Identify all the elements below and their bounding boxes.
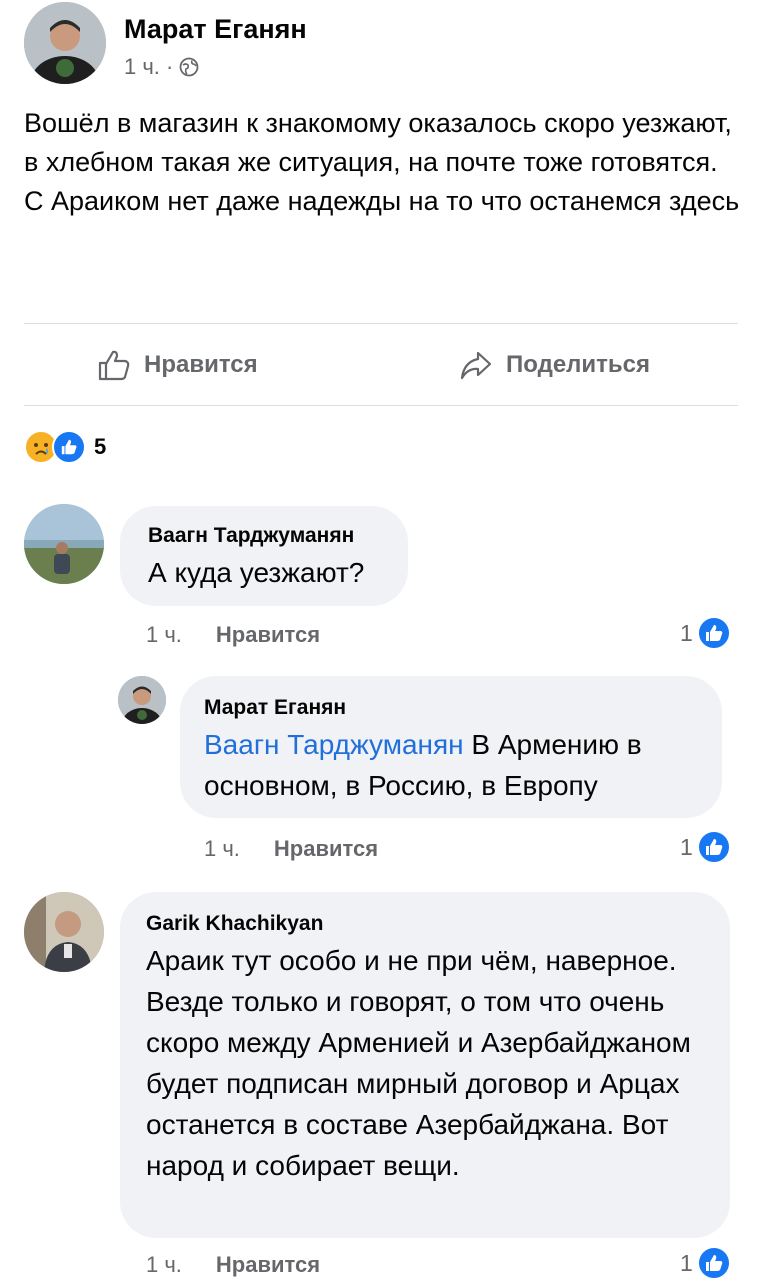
reply-text: Ваагн Тарджуманян В Армению в основном, …	[204, 724, 698, 806]
comment-like-count[interactable]: 1	[680, 1246, 731, 1280]
reply-meta: 1 ч. Нравится	[204, 836, 378, 862]
like-reaction-icon	[696, 830, 731, 864]
reply-like-number: 1	[680, 833, 693, 860]
comment-time[interactable]: 1 ч.	[146, 622, 182, 648]
comment-meta: 1 ч. Нравится	[146, 1252, 320, 1278]
comment-bubble: Ваагн Тарджуманян А куда уезжают?	[120, 506, 408, 606]
reaction-summary[interactable]: 5	[24, 430, 106, 464]
reply-time[interactable]: 1 ч.	[204, 836, 240, 862]
reaction-count: 5	[94, 434, 107, 459]
post-author-avatar[interactable]	[24, 2, 106, 84]
share-icon	[460, 351, 492, 380]
post-meta: 1 ч. ·	[124, 54, 199, 80]
comment-author-name[interactable]: Ваагн Тарджуманян	[148, 524, 380, 548]
like-reaction-icon	[696, 616, 731, 650]
comment-bubble: Garik Khachikyan Араик тут особо и не пр…	[120, 892, 730, 1238]
like-reaction-icon	[52, 430, 86, 464]
reply-author-name[interactable]: Марат Еганян	[204, 696, 698, 720]
comment-author-avatar[interactable]	[24, 892, 104, 972]
globe-icon	[179, 57, 199, 77]
reply-author-avatar[interactable]	[118, 676, 166, 724]
post-text-paragraph: С Араиком нет даже надежды на то что ост…	[24, 186, 740, 216]
comment-text: А куда уезжают?	[148, 557, 365, 588]
comment-like-count[interactable]: 1	[680, 616, 731, 650]
like-button-label: Нравится	[144, 351, 258, 378]
comment-like-button[interactable]: Нравится	[216, 1252, 320, 1278]
comment-like-number: 1	[680, 1249, 693, 1276]
comment-like-number: 1	[680, 619, 693, 646]
post-text: Вошёл в магазин к знакомому оказалось ск…	[24, 104, 744, 221]
comment-meta: 1 ч. Нравится	[146, 622, 320, 648]
comment-text: Араик тут особо и не при чём, наверное. …	[146, 945, 691, 1181]
reply-bubble: Марат Еганян Ваагн Тарджуманян В Армению…	[180, 676, 722, 818]
like-reaction-icon	[696, 1246, 731, 1280]
share-button[interactable]: Поделиться	[458, 344, 650, 386]
divider	[24, 323, 738, 324]
post-text-paragraph: Вошёл в магазин к знакомому оказалось ск…	[24, 108, 732, 177]
reply-mention-link[interactable]: Ваагн Тарджуманян	[204, 729, 464, 760]
reply-like-button[interactable]: Нравится	[274, 836, 378, 862]
share-button-label: Поделиться	[506, 351, 651, 378]
comment-time[interactable]: 1 ч.	[146, 1252, 182, 1278]
comment-author-name[interactable]: Garik Khachikyan	[146, 912, 704, 936]
reply-like-count[interactable]: 1	[680, 830, 731, 864]
like-button[interactable]: Нравится	[96, 344, 258, 386]
comment-author-avatar[interactable]	[24, 504, 104, 584]
thumbs-up-icon	[98, 350, 130, 381]
post-author-name[interactable]: Марат Еганян	[124, 14, 307, 45]
divider	[24, 405, 738, 406]
comment-like-button[interactable]: Нравится	[216, 622, 320, 648]
post-time[interactable]: 1 ч. ·	[124, 54, 173, 80]
